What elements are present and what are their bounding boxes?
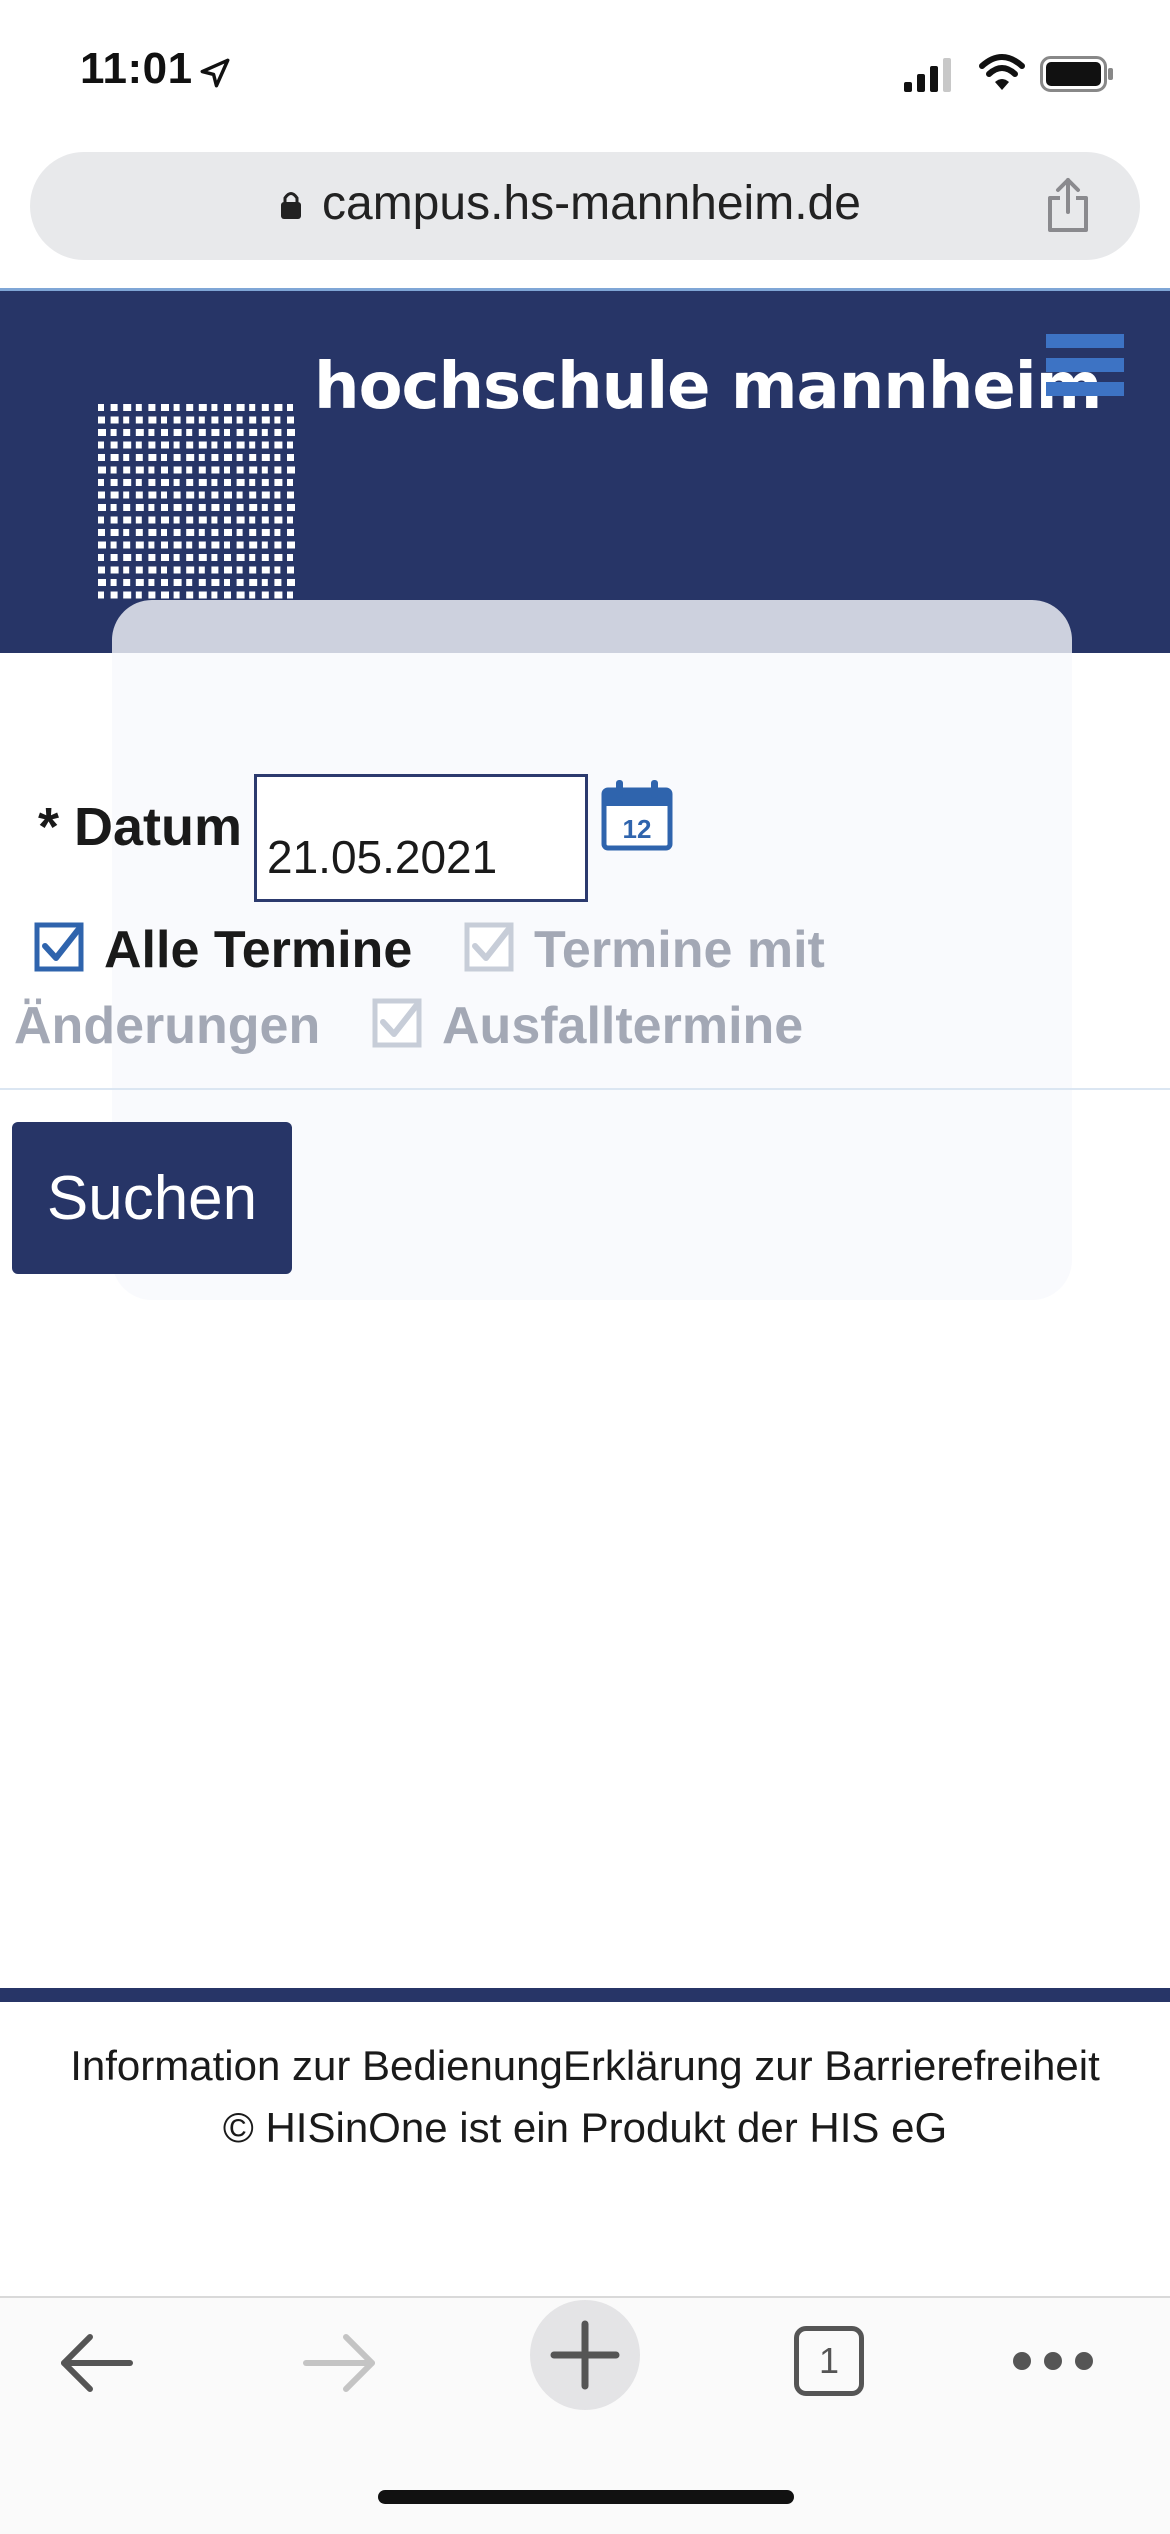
checkbox-label-ausfalltermine: Ausfalltermine	[442, 997, 804, 1055]
divider	[0, 1088, 1170, 1090]
location-arrow-icon	[200, 58, 230, 88]
checkbox-termine-mit-aenderungen	[464, 922, 514, 972]
calendar-day-number: 12	[623, 814, 652, 844]
checkbox-label-aenderungen: Änderungen	[14, 997, 321, 1055]
wifi-icon	[979, 54, 1025, 90]
date-label: * Datum	[38, 797, 243, 857]
signal-icon	[904, 58, 951, 92]
calendar-icon[interactable]: 12	[600, 778, 674, 852]
checkbox-label-alle-termine[interactable]: Alle Termine	[104, 920, 412, 980]
footer-divider	[0, 1988, 1170, 2002]
battery-icon	[1040, 56, 1113, 92]
tabs-icon[interactable]: 1	[794, 2326, 864, 2396]
share-icon[interactable]	[1046, 176, 1090, 234]
back-arrow-icon[interactable]	[56, 2330, 136, 2396]
date-input[interactable]	[254, 774, 588, 902]
hamburger-menu-icon[interactable]	[1046, 334, 1124, 398]
footer-info-links[interactable]: Information zur BedienungErklärung zur B…	[0, 2042, 1170, 2090]
more-icon[interactable]	[1010, 2346, 1096, 2376]
home-indicator	[378, 2490, 794, 2504]
forward-arrow-icon[interactable]	[300, 2330, 380, 2396]
logo-grid-icon[interactable]	[98, 404, 300, 604]
site-logo-text[interactable]: hochschule mannheim	[314, 350, 1102, 424]
lock-icon	[281, 192, 301, 219]
status-time: 11:01	[80, 44, 193, 93]
checkbox-label-termine-mit: Termine mit	[534, 921, 825, 979]
checkbox-ausfalltermine	[372, 998, 422, 1048]
checkbox-alle-termine[interactable]	[34, 922, 84, 972]
new-tab-icon[interactable]	[548, 2318, 622, 2392]
url-text[interactable]: campus.hs-mannheim.de	[322, 176, 861, 231]
footer-copyright: © HISinOne ist ein Produkt der HIS eG	[222, 2104, 948, 2151]
search-button[interactable]: Suchen	[12, 1122, 292, 1274]
